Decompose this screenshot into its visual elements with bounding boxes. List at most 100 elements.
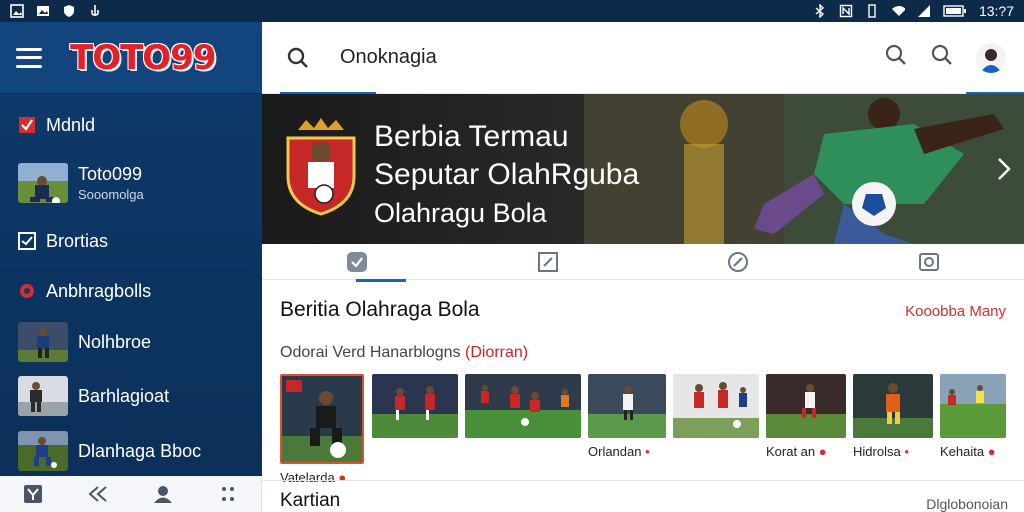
gallery-icon — [36, 4, 50, 18]
sidebar-item-label: Nolhbroe — [78, 331, 152, 352]
filter-icon[interactable] — [21, 482, 45, 506]
news-card-image — [673, 374, 759, 438]
club-crest-icon — [286, 118, 356, 216]
news-card[interactable]: Orlandan • — [588, 374, 666, 459]
tab-pencil-icon[interactable] — [727, 251, 749, 273]
section-subtitle: Odorai Verd Hanarblogns (Diorran) — [280, 344, 1006, 362]
soccer-icon — [18, 282, 36, 300]
news-card-caption: Kehaita ● — [940, 444, 1006, 459]
sidebar-bottom-bar — [0, 476, 262, 512]
sidebar-item-nolhbroe[interactable]: Nolhbroe — [0, 316, 262, 368]
news-card-caption: Hidrolsa • — [853, 444, 933, 459]
hero-banner[interactable]: Berbia Termau Seputar OlahRguba Olahragu… — [262, 94, 1024, 244]
sidebar-item-barhlagioat[interactable]: Barhlagioat — [0, 368, 262, 424]
news-card-list: Vatelarda ● Orlandan • Korat an ● Hidrol… — [280, 374, 1006, 485]
player-thumb — [18, 376, 68, 416]
avatar[interactable] — [976, 42, 1006, 73]
next-section-header: Kartian Dlglobonoian — [262, 480, 1024, 512]
top-actions — [884, 42, 1006, 73]
news-card[interactable]: Vatelarda ● — [280, 374, 365, 485]
next-section-link[interactable]: Dlglobonoian — [926, 496, 1008, 512]
news-card-image — [853, 374, 933, 438]
sidebar-item-brortias[interactable]: Brortias — [0, 216, 262, 266]
player-thumb — [18, 322, 68, 362]
chevron-right-icon[interactable] — [996, 156, 1012, 189]
sidebar-item-mdnld[interactable]: Mdnld — [0, 100, 262, 150]
hero-title-line: Olahragu Bola — [374, 198, 547, 228]
news-card-caption: Orlandan • — [588, 444, 666, 459]
tab-edit-icon[interactable] — [537, 251, 559, 273]
usb-icon — [88, 4, 102, 18]
news-card-caption: Korat an ● — [766, 444, 846, 459]
news-card-title: Kehaita — [940, 444, 985, 459]
sidebar-item-anbhragbolls[interactable]: Anbhragbolls — [0, 266, 262, 316]
news-card-image — [940, 374, 1006, 438]
page-title: Onoknagia — [340, 46, 437, 68]
rewind-icon[interactable] — [86, 482, 110, 506]
news-card-title: Korat an — [766, 444, 816, 459]
news-card-image — [372, 374, 458, 438]
news-card[interactable] — [673, 374, 759, 459]
sidebar-item-label: Anbhragbolls — [46, 280, 152, 301]
battery-icon — [943, 4, 967, 18]
live-badge-icon: • — [904, 444, 909, 459]
checkbox-icon — [18, 232, 36, 250]
tab-check-icon[interactable] — [346, 251, 407, 282]
sidebar-item-sublabel: Sooomolga — [78, 187, 144, 202]
users-icon[interactable] — [151, 482, 175, 506]
news-card-image — [766, 374, 846, 438]
shield-icon — [62, 4, 76, 18]
search-icon[interactable] — [884, 43, 908, 72]
hamburger-menu-icon[interactable] — [16, 47, 42, 68]
sidebar-item-label: Toto099 — [78, 164, 143, 184]
search-icon[interactable] — [286, 46, 310, 70]
section-title: Beritia Olahraga Bola — [280, 298, 480, 321]
main-content: Onoknagia Berbia Termau Seputar OlahRgub… — [262, 22, 1024, 512]
news-card-image — [280, 374, 364, 464]
sidebar-item-label: Dlanhaga Bboc — [78, 440, 202, 461]
nfc-icon — [839, 4, 853, 18]
top-bar: Onoknagia — [262, 22, 1024, 95]
more-icon[interactable] — [216, 482, 240, 506]
sidebar-item-label: Barhlagioat — [78, 385, 170, 406]
brand-logo[interactable]: TOTO99 — [70, 38, 217, 78]
news-card[interactable] — [465, 374, 581, 459]
news-section: Beritia Olahraga Bola Kooobba Many Odora… — [262, 280, 1024, 485]
news-card-image — [588, 374, 666, 438]
wifi-icon — [891, 4, 905, 18]
news-card-title: Orlandan — [588, 444, 642, 459]
icon-tab-bar — [262, 244, 1024, 282]
image-icon — [10, 4, 24, 18]
hero-title-line: Berbia Termau — [374, 120, 569, 153]
player-thumb — [18, 431, 68, 471]
sidebar-item-label: Mdnld — [46, 114, 96, 135]
section-subtitle-highlight: (Diorran) — [465, 344, 529, 361]
clock: 13:?7 — [978, 3, 1014, 19]
sidebar-header: TOTO99 — [0, 22, 262, 94]
hero-title: Berbia Termau Seputar OlahRguba Olahragu… — [374, 118, 639, 232]
check-square-icon — [18, 116, 36, 134]
news-card[interactable]: Kehaita ● — [940, 374, 1006, 459]
news-card[interactable]: Hidrolsa • — [853, 374, 933, 459]
tab-camera-icon[interactable] — [918, 251, 940, 273]
sidebar-item-dlanhaga[interactable]: Dlanhaga Bboc — [0, 424, 262, 478]
hero-player-image — [584, 94, 1024, 244]
live-badge-icon: • — [645, 444, 650, 459]
sidebar-item-label: Brortias — [46, 230, 109, 251]
status-bar: 13:?7 — [0, 0, 1024, 22]
news-card[interactable]: Korat an ● — [766, 374, 846, 459]
see-more-link[interactable]: Kooobba Many — [905, 303, 1006, 320]
bluetooth-icon — [813, 4, 827, 18]
sidebar-nav: Mdnld Toto099 Sooomolga Brortias Anbhrag… — [0, 94, 262, 478]
news-card[interactable] — [372, 374, 458, 459]
news-card-image — [465, 374, 581, 438]
section-subtitle-text: Odorai Verd Hanarblogns — [280, 344, 465, 361]
search-icon[interactable] — [930, 43, 954, 72]
next-section-title: Kartian — [280, 490, 341, 511]
sidebar-item-toto099[interactable]: Toto099 Sooomolga — [0, 150, 262, 216]
sidebar: TOTO99 Mdnld Toto099 Sooomolga Brortias — [0, 22, 262, 512]
hero-title-line: Seputar OlahRguba — [374, 158, 640, 191]
player-thumb — [18, 163, 68, 203]
signal-icon — [917, 4, 931, 18]
news-card-title: Hidrolsa — [853, 444, 901, 459]
